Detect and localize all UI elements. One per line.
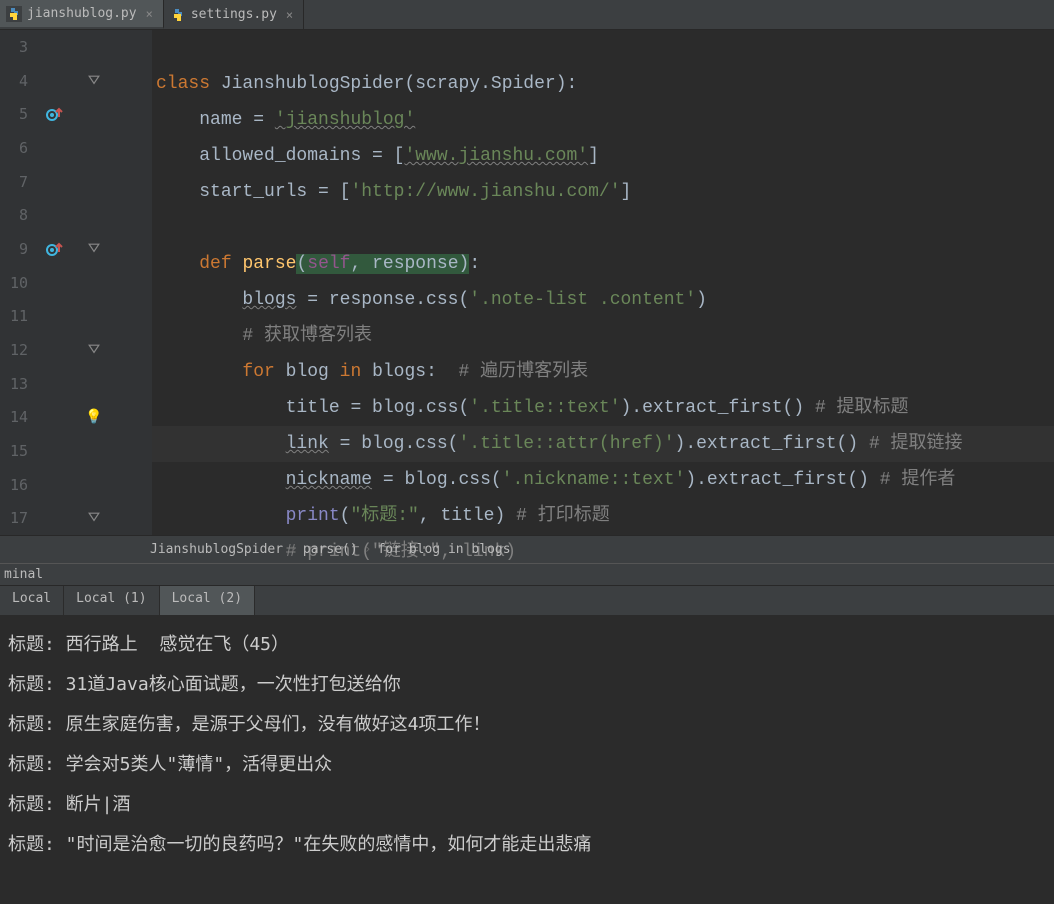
line-number: 9 [0, 240, 36, 258]
line-number: 13 [0, 375, 36, 393]
line-number: 3 [0, 38, 36, 56]
tab-jianshublog[interactable]: jianshublog.py × [0, 0, 164, 29]
code-line [152, 30, 1054, 66]
override-icon[interactable] [36, 105, 72, 123]
output-line: 标题: 学会对5类人"薄情"，活得更出众 [8, 745, 1046, 785]
code-line: start_urls = ['http://www.jianshu.com/'] [152, 174, 1054, 210]
breadcrumb-item[interactable]: JianshublogSpider [150, 542, 283, 557]
code-line: title = blog.css('.title::text').extract… [152, 390, 1054, 426]
terminal-tabs: Local Local (1) Local (2) [0, 585, 1054, 615]
terminal-tab-local[interactable]: Local [0, 586, 64, 615]
line-number: 6 [0, 139, 36, 157]
line-number: 12 [0, 341, 36, 359]
override-icon[interactable] [36, 240, 72, 258]
tab-label: settings.py [191, 7, 277, 22]
output-line: 标题: 断片|酒 [8, 785, 1046, 825]
python-file-icon [6, 6, 22, 22]
lightbulb-icon[interactable]: 💡 [80, 409, 108, 425]
fold-icon[interactable] [80, 512, 108, 524]
python-file-icon [170, 7, 186, 23]
code-line [152, 210, 1054, 246]
code-line: name = 'jianshublog' [152, 102, 1054, 138]
code-line: class JianshublogSpider(scrapy.Spider): [152, 66, 1054, 102]
terminal-tab-local2[interactable]: Local (2) [160, 586, 255, 615]
line-number: 16 [0, 476, 36, 494]
breadcrumb-item[interactable]: parse() [303, 542, 358, 557]
fold-icon[interactable] [80, 75, 108, 87]
code-line: allowed_domains = ['www.jianshu.com'] [152, 138, 1054, 174]
chevron-right-icon: › [289, 542, 297, 557]
fold-icon[interactable] [80, 243, 108, 255]
output-line: 标题: 西行路上 感觉在飞（45） [8, 625, 1046, 665]
line-number: 7 [0, 173, 36, 191]
code-editor[interactable]: class JianshublogSpider(scrapy.Spider): … [152, 30, 1054, 535]
terminal-output[interactable]: 标题: 西行路上 感觉在飞（45） 标题: 31道Java核心面试题，一次性打包… [0, 615, 1054, 875]
breadcrumb-item[interactable]: for blog in blogs [378, 542, 511, 557]
tab-settings[interactable]: settings.py × [164, 0, 304, 29]
code-line: nickname = blog.css('.nickname::text').e… [152, 462, 1054, 498]
output-line: 标题: 31道Java核心面试题，一次性打包送给你 [8, 665, 1046, 705]
line-number: 14 [0, 408, 36, 426]
gutter: 3 4 5 6 7 8 9 10 11 12 13 14 15 16 17 [0, 30, 80, 535]
terminal-label: minal [4, 567, 43, 582]
code-line-current: link = blog.css('.title::attr(href)').ex… [152, 426, 1054, 462]
line-number: 10 [0, 274, 36, 292]
terminal-tab-local1[interactable]: Local (1) [64, 586, 159, 615]
line-number: 5 [0, 105, 36, 123]
line-number: 8 [0, 206, 36, 224]
code-line: def parse(self, response): [152, 246, 1054, 282]
line-number: 4 [0, 72, 36, 90]
code-line: blogs = response.css('.note-list .conten… [152, 282, 1054, 318]
line-number: 11 [0, 307, 36, 325]
fold-icon[interactable] [80, 344, 108, 356]
close-icon[interactable]: × [282, 8, 297, 22]
editor-area: 3 4 5 6 7 8 9 10 11 12 13 14 15 16 17 💡 … [0, 30, 1054, 535]
code-line: print("标题:", title) # 打印标题 [152, 498, 1054, 534]
code-line: # 获取博客列表 [152, 318, 1054, 354]
output-line: 标题: "时间是治愈一切的良药吗？"在失败的感情中，如何才能走出悲痛 [8, 825, 1046, 865]
code-line: for blog in blogs: # 遍历博客列表 [152, 354, 1054, 390]
editor-tabs: jianshublog.py × settings.py × [0, 0, 1054, 30]
line-number: 15 [0, 442, 36, 460]
gutter-extra: 💡 [80, 30, 152, 535]
output-line: 标题: 原生家庭伤害，是源于父母们，没有做好这4项工作！ [8, 705, 1046, 745]
chevron-right-icon: › [364, 542, 372, 557]
code-line: # print("链接:", link) [152, 534, 1054, 570]
close-icon[interactable]: × [142, 7, 157, 21]
tab-label: jianshublog.py [27, 6, 137, 21]
line-number: 17 [0, 509, 36, 527]
